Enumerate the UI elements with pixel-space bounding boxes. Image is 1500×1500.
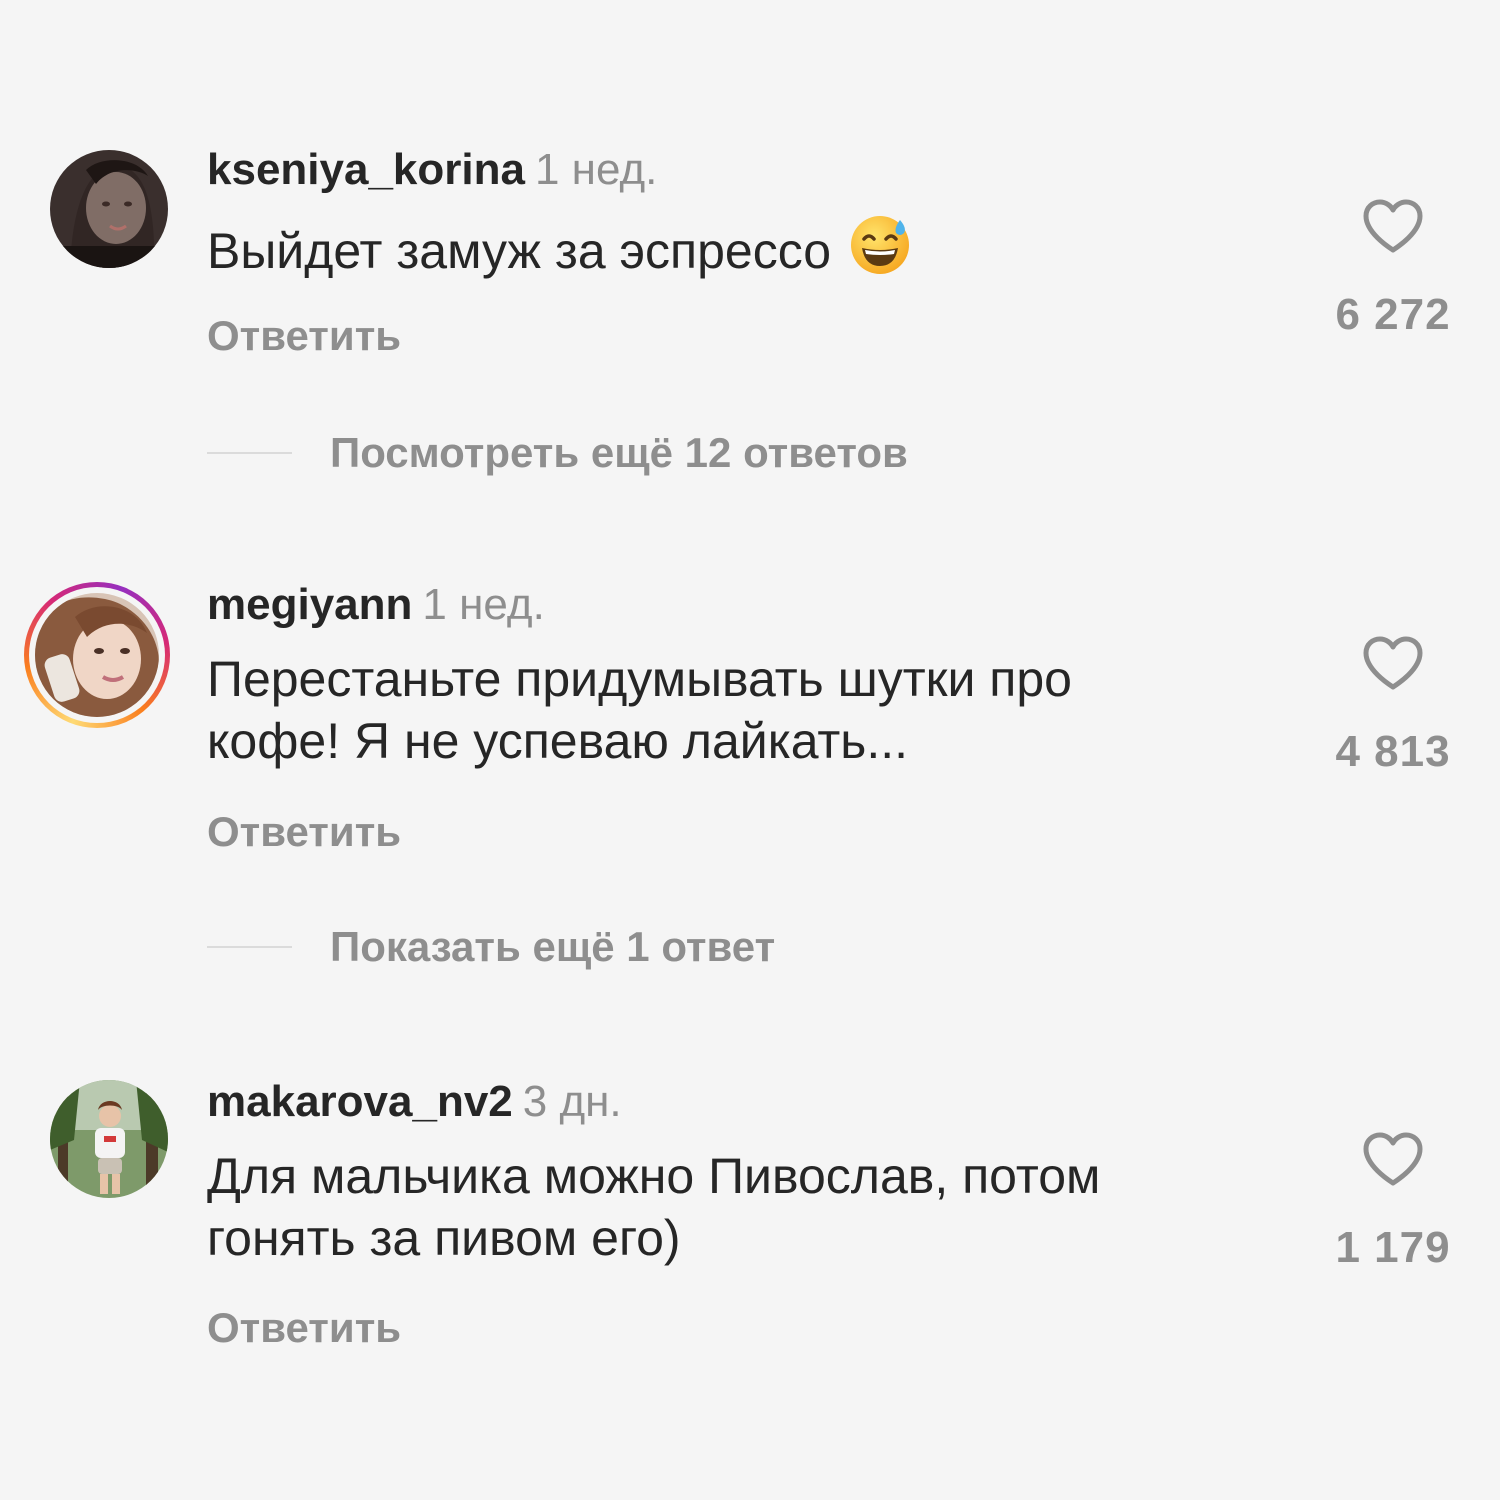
grinning-face-with-sweat-icon — [849, 214, 911, 290]
avatar-story-ring[interactable] — [24, 582, 170, 728]
like-button[interactable]: 4 813 — [1320, 635, 1466, 777]
username[interactable]: kseniya_korina — [207, 145, 525, 194]
comment-text: Перестаньте придумывать шутки про кофе! … — [207, 651, 1072, 769]
heart-outline-icon — [1363, 1132, 1423, 1186]
reply-button[interactable]: Ответить — [207, 808, 401, 856]
comment-time: 1 нед. — [422, 580, 545, 629]
avatar[interactable] — [50, 150, 168, 268]
username[interactable]: makarova_nv2 — [207, 1077, 513, 1126]
like-count: 6 272 — [1335, 290, 1451, 339]
comment-time: 3 дн. — [522, 1077, 622, 1126]
avatar-frame — [29, 587, 165, 723]
heart-outline-icon — [1363, 199, 1423, 253]
heart-outline-icon — [1363, 636, 1423, 690]
comment-text: Выйдет замуж за эспрессо — [207, 214, 1287, 290]
like-count: 1 179 — [1335, 1223, 1451, 1272]
comment-time: 1 нед. — [534, 145, 658, 194]
username[interactable]: megiyann — [207, 580, 412, 629]
comments-screen: kseniya_korina 1 нед. Выйдет замуж за эсп… — [0, 0, 1500, 1500]
like-button[interactable]: 6 272 — [1320, 198, 1466, 340]
comment-meta: kseniya_korina 1 нед. — [207, 145, 657, 195]
reply-button[interactable]: Ответить — [207, 1304, 401, 1352]
avatar — [35, 593, 159, 717]
reply-button[interactable]: Ответить — [207, 312, 401, 360]
comment-text: Для мальчика можно Пивослав, потом гонят… — [207, 1148, 1101, 1266]
view-more-replies-label[interactable]: Посмотреть ещё 12 ответов — [330, 428, 908, 478]
comment-meta: makarova_nv2 3 дн. — [207, 1077, 622, 1127]
comment-text-content: Выйдет замуж за эспрессо — [207, 223, 832, 279]
like-button[interactable]: 1 179 — [1320, 1131, 1466, 1273]
thread-divider — [207, 452, 292, 454]
avatar[interactable] — [50, 1080, 168, 1198]
like-count: 4 813 — [1335, 727, 1451, 776]
comment-meta: megiyann 1 нед. — [207, 580, 545, 630]
avatar-photo — [50, 150, 168, 268]
avatar-photo — [35, 593, 159, 717]
thread-divider — [207, 946, 292, 948]
view-more-replies-label[interactable]: Показать ещё 1 ответ — [330, 922, 775, 972]
avatar-photo — [50, 1080, 168, 1198]
